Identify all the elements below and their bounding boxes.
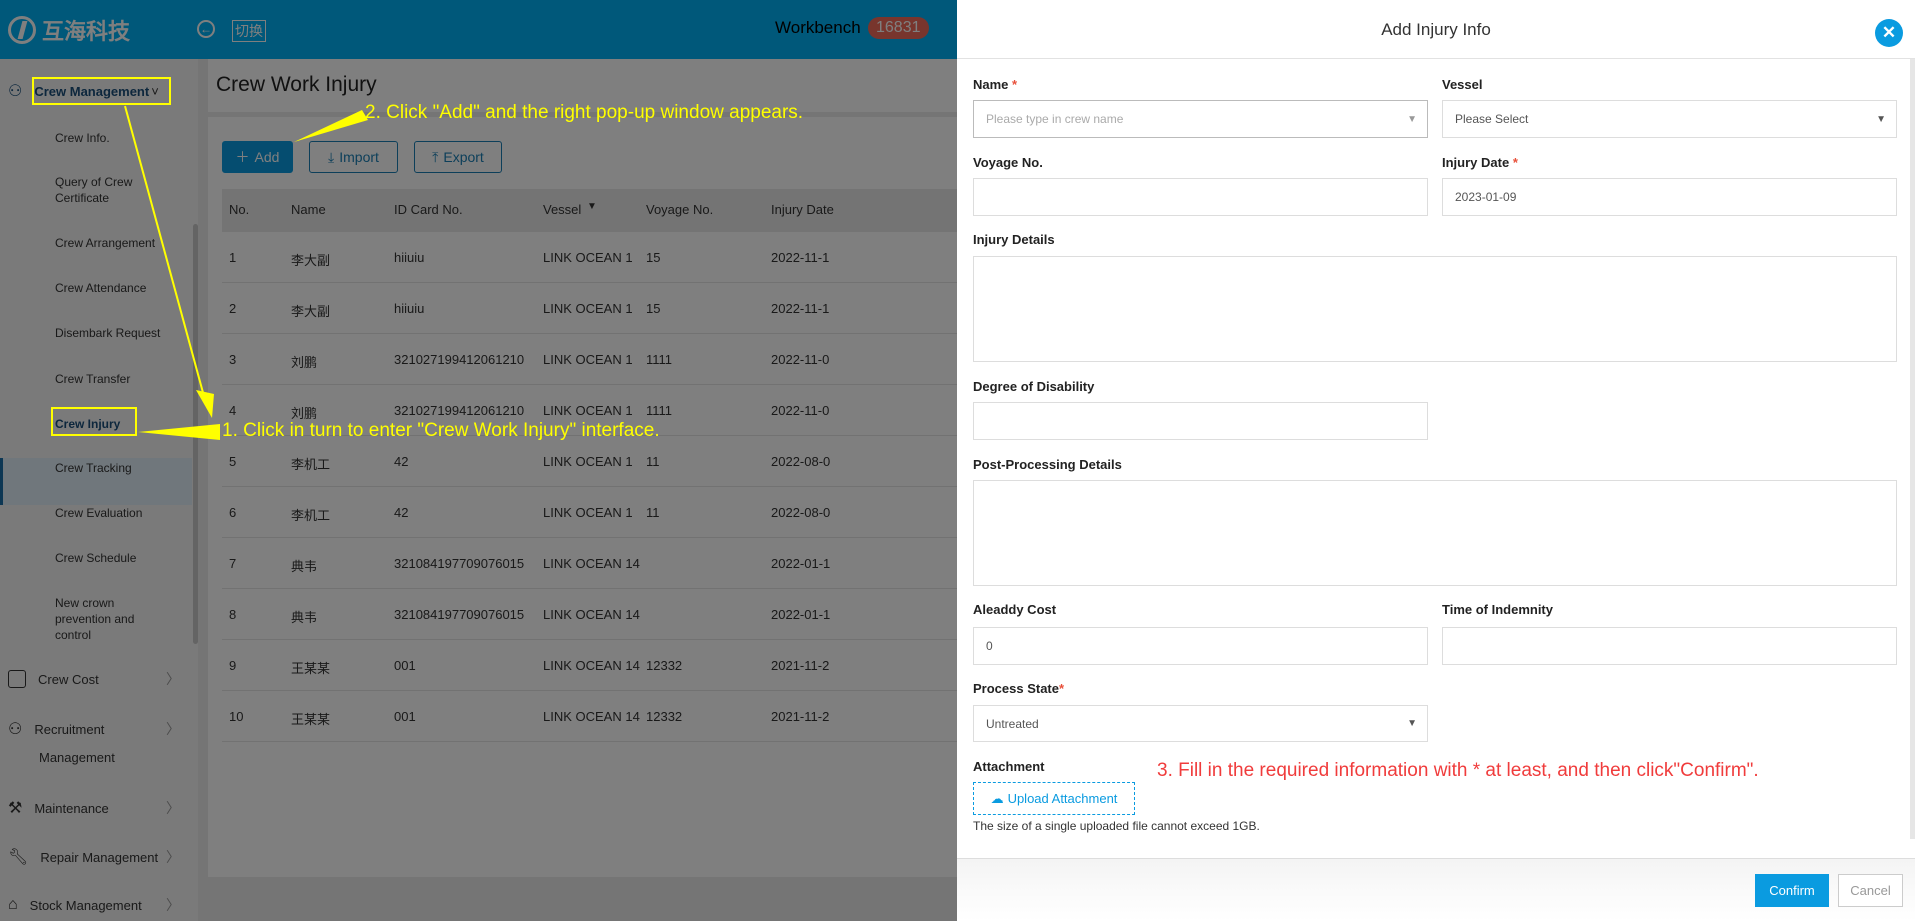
arrowhead-injury — [196, 390, 214, 418]
annotation-step2: 2. Click "Add" and the right pop-up wind… — [365, 102, 804, 123]
arrow-step2 — [294, 110, 368, 142]
annotation-step3: 3. Fill in the required information with… — [1157, 760, 1759, 781]
arrow-menu-to-injury — [124, 105, 206, 401]
arrow-step1 — [138, 424, 220, 440]
annotation-arrows — [124, 105, 368, 440]
annotation-step1: 1. Click in turn to enter "Crew Work Inj… — [222, 420, 660, 441]
